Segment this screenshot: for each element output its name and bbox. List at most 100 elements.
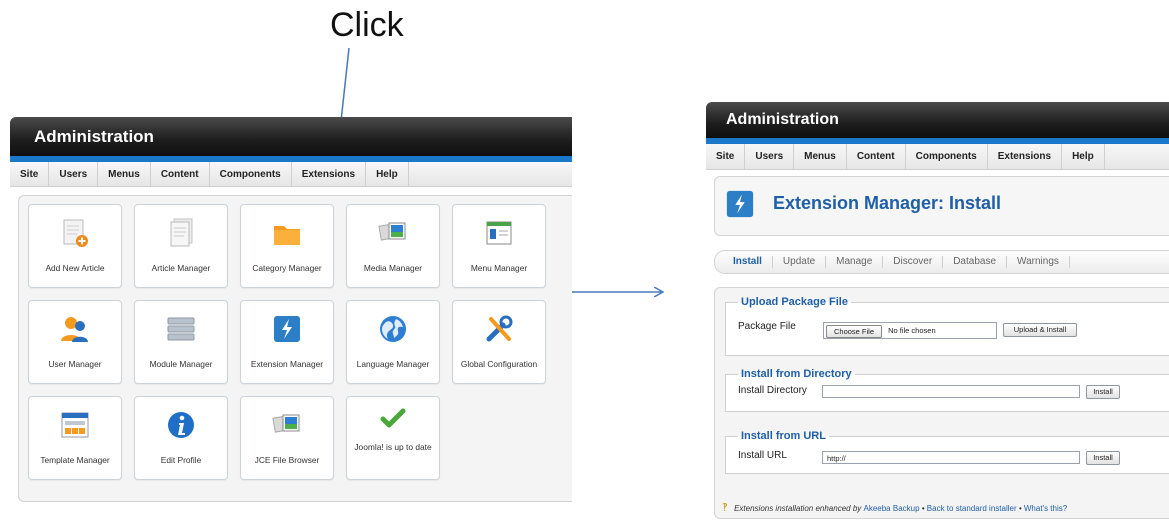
checkmark-icon bbox=[380, 408, 406, 428]
upload-package-fieldset: Upload Package File Package File Choose … bbox=[725, 296, 1169, 356]
install-form-area: Upload Package File Package File Choose … bbox=[714, 287, 1169, 519]
tile-label: Module Manager bbox=[149, 359, 213, 369]
back-to-standard-link[interactable]: Back to standard installer bbox=[927, 504, 1017, 513]
extension-icon bbox=[274, 316, 300, 342]
tab-update[interactable]: Update bbox=[773, 256, 827, 268]
quick-icons-panel: Add New Article Article Manager Category… bbox=[18, 195, 572, 502]
menu-users[interactable]: Users bbox=[49, 162, 99, 186]
tile-label: Add New Article bbox=[45, 263, 105, 273]
install-directory-label: Install Directory bbox=[738, 385, 807, 396]
tile-extension-manager[interactable]: Extension Manager bbox=[240, 300, 334, 384]
package-file-input[interactable]: Choose File No file chosen bbox=[823, 322, 997, 339]
menu-content[interactable]: Content bbox=[847, 144, 906, 169]
page-toolbar: Extension Manager: Install bbox=[714, 176, 1169, 236]
tile-label: JCE File Browser bbox=[254, 455, 320, 465]
tile-label: Extension Manager bbox=[250, 359, 324, 369]
menu-content[interactable]: Content bbox=[151, 162, 210, 186]
choose-file-button[interactable]: Choose File bbox=[826, 325, 882, 338]
separator: • bbox=[919, 504, 927, 513]
tile-module-manager[interactable]: Module Manager bbox=[134, 300, 228, 384]
akeeba-footnote: ‽ Extensions installation enhanced by Ak… bbox=[722, 501, 1067, 514]
menu-extensions[interactable]: Extensions bbox=[988, 144, 1063, 169]
main-menu: Site Users Menus Content Components Exte… bbox=[10, 162, 572, 187]
upload-install-button[interactable]: Upload & Install bbox=[1003, 323, 1077, 337]
package-file-label: Package File bbox=[738, 321, 796, 332]
tile-label: Template Manager bbox=[40, 455, 110, 465]
tile-menu-manager[interactable]: Menu Manager bbox=[452, 204, 546, 288]
install-directory-fieldset: Install from Directory Install Directory… bbox=[725, 368, 1169, 412]
menu-components[interactable]: Components bbox=[906, 144, 988, 169]
tile-add-new-article[interactable]: Add New Article bbox=[28, 204, 122, 288]
tile-category-manager[interactable]: Category Manager bbox=[240, 204, 334, 288]
tab-warnings[interactable]: Warnings bbox=[1007, 256, 1070, 268]
tile-label: Joomla! is up to date bbox=[354, 442, 432, 452]
tile-media-manager[interactable]: Media Manager bbox=[346, 204, 440, 288]
install-url-button[interactable]: Install bbox=[1086, 451, 1120, 465]
install-directory-input[interactable] bbox=[822, 385, 1080, 398]
menu-icon bbox=[486, 221, 512, 245]
tile-update-status[interactable]: Joomla! is up to date bbox=[346, 396, 440, 480]
fieldset-legend: Install from URL bbox=[741, 430, 826, 442]
lightbulb-icon: ‽ bbox=[722, 502, 728, 514]
tab-install[interactable]: Install bbox=[715, 256, 773, 268]
tab-manage[interactable]: Manage bbox=[826, 256, 884, 268]
tile-jce-file-browser[interactable]: JCE File Browser bbox=[240, 396, 334, 480]
page-title: Extension Manager: Install bbox=[773, 193, 1002, 213]
menu-menus[interactable]: Menus bbox=[98, 162, 151, 186]
tile-label: Language Manager bbox=[356, 359, 430, 369]
admin-header: Administration bbox=[706, 102, 1169, 144]
install-url-fieldset: Install from URL Install URL http:// Ins… bbox=[725, 430, 1169, 474]
tile-language-manager[interactable]: Language Manager bbox=[346, 300, 440, 384]
extension-manager-screen: Administration Site Users Menus Content … bbox=[706, 102, 1169, 522]
menu-components[interactable]: Components bbox=[210, 162, 292, 186]
menu-help[interactable]: Help bbox=[1062, 144, 1105, 169]
tile-label: Article Manager bbox=[151, 263, 211, 273]
install-url-input[interactable]: http:// bbox=[822, 451, 1080, 464]
tile-label: Media Manager bbox=[363, 263, 423, 273]
header-title: Administration bbox=[726, 111, 839, 128]
tools-icon bbox=[486, 315, 513, 342]
tile-label: Global Configuration bbox=[460, 359, 538, 369]
separator: • bbox=[1016, 504, 1024, 513]
menu-menus[interactable]: Menus bbox=[794, 144, 847, 169]
akeeba-link[interactable]: Akeeba Backup bbox=[864, 504, 920, 513]
footnote-prefix: Extensions installation enhanced by bbox=[734, 504, 864, 513]
tile-article-manager[interactable]: Article Manager bbox=[134, 204, 228, 288]
info-icon bbox=[168, 412, 194, 438]
users-icon bbox=[61, 317, 88, 342]
tile-global-configuration[interactable]: Global Configuration bbox=[452, 300, 546, 384]
extension-icon bbox=[726, 190, 754, 218]
tile-label: Menu Manager bbox=[470, 263, 528, 273]
tile-edit-profile[interactable]: Edit Profile bbox=[134, 396, 228, 480]
tile-user-manager[interactable]: User Manager bbox=[28, 300, 122, 384]
folder-icon bbox=[274, 226, 300, 245]
module-icon bbox=[167, 317, 195, 341]
menu-users[interactable]: Users bbox=[745, 144, 795, 169]
click-annotation: Click bbox=[330, 6, 404, 44]
install-url-label: Install URL bbox=[738, 450, 787, 461]
article-icon bbox=[170, 218, 193, 247]
admin-header: Administration bbox=[10, 117, 572, 162]
file-browser-icon bbox=[272, 414, 300, 433]
template-icon bbox=[61, 412, 89, 438]
no-file-text: No file chosen bbox=[888, 326, 936, 335]
submenu-tabs: Install Update Manage Discover Database … bbox=[714, 250, 1169, 274]
menu-help[interactable]: Help bbox=[366, 162, 409, 186]
main-menu: Site Users Menus Content Components Exte… bbox=[706, 144, 1169, 170]
install-directory-button[interactable]: Install bbox=[1086, 385, 1120, 399]
fieldset-legend: Install from Directory bbox=[741, 368, 852, 380]
menu-site[interactable]: Site bbox=[10, 162, 50, 186]
globe-icon bbox=[380, 316, 406, 342]
tab-database[interactable]: Database bbox=[943, 256, 1008, 268]
add-article-icon bbox=[63, 219, 88, 247]
menu-site[interactable]: Site bbox=[706, 144, 746, 169]
tile-label: Edit Profile bbox=[160, 455, 202, 465]
tile-label: User Manager bbox=[48, 359, 102, 369]
header-title: Administration bbox=[34, 126, 154, 146]
control-panel-screen: Administration Site Users Menus Content … bbox=[10, 117, 572, 512]
tile-template-manager[interactable]: Template Manager bbox=[28, 396, 122, 480]
whats-this-link[interactable]: What's this? bbox=[1024, 504, 1067, 513]
tab-discover[interactable]: Discover bbox=[883, 256, 944, 268]
media-icon bbox=[378, 222, 406, 241]
menu-extensions[interactable]: Extensions bbox=[292, 162, 367, 186]
